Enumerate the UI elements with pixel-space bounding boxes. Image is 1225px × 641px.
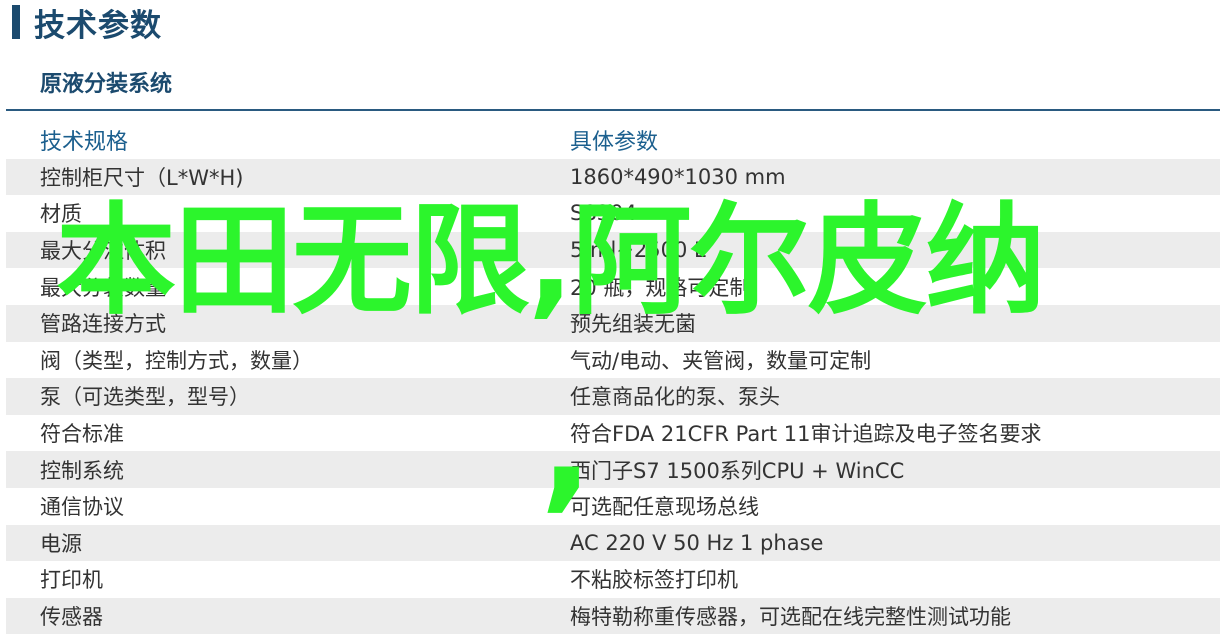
table-row: 阀（类型，控制方式，数量） 气动/电动、夹管阀，数量可定制 [6, 342, 1220, 379]
title-accent-bar [12, 5, 20, 39]
column-header-value: 具体参数 [570, 130, 659, 156]
spec-value: 1860*490*1030 mm [570, 164, 786, 189]
spec-value: 可选配任意现场总线 [570, 495, 759, 520]
spec-value: AC 220 V 50 Hz 1 phase [570, 530, 824, 555]
table-header-row: 技术规格 具体参数 [6, 122, 1220, 159]
table-row: 通信协议 可选配任意现场总线 [6, 488, 1220, 525]
overlay-watermark-comma: , [540, 364, 594, 527]
spec-name: 符合标准 [40, 422, 124, 447]
column-header-spec: 技术规格 [40, 130, 129, 156]
table-row: 打印机 不粘胶标签打印机 [6, 561, 1220, 598]
spec-name: 阀（类型，控制方式，数量） [40, 348, 313, 373]
spec-name: 泵（可选类型，型号） [40, 385, 250, 410]
table-row: 控制系统 西门子S7 1500系列CPU + WinCC [6, 451, 1220, 488]
table-row: 传感器 梅特勒称重传感器，可选配在线完整性测试功能 [6, 597, 1220, 635]
spec-name: 通信协议 [40, 495, 124, 520]
spec-name: 控制系统 [40, 458, 124, 483]
spec-value: 梅特勒称重传感器，可选配在线完整性测试功能 [570, 605, 1011, 630]
section-title: 原液分装系统 [40, 72, 173, 97]
spec-value: 任意商品化的泵、泵头 [570, 385, 780, 410]
section-divider [6, 109, 1220, 111]
table-row: 泵（可选类型，型号） 任意商品化的泵、泵头 [6, 378, 1220, 415]
spec-name: 打印机 [40, 568, 103, 593]
table-row: 控制柜尺寸（L*W*H) 1860*490*1030 mm [6, 158, 1220, 196]
spec-value: 气动/电动、夹管阀，数量可定制 [570, 348, 872, 373]
page-title: 技术参数 [34, 7, 162, 44]
spec-name: 传感器 [40, 605, 103, 630]
spec-value: 不粘胶标签打印机 [570, 568, 738, 593]
spec-name: 控制柜尺寸（L*W*H) [40, 165, 244, 190]
spec-value: 符合FDA 21CFR Part 11审计追踪及电子签名要求 [570, 422, 1042, 447]
overlay-watermark-text: 本田无限,阿尔皮纳 [56, 192, 1046, 331]
spec-name: 电源 [40, 531, 82, 556]
spec-value: 西门子S7 1500系列CPU + WinCC [570, 458, 905, 483]
table-row: 符合标准 符合FDA 21CFR Part 11审计追踪及电子签名要求 [6, 415, 1220, 452]
page-header: 技术参数 [12, 4, 162, 44]
table-row: 电源 AC 220 V 50 Hz 1 phase [6, 524, 1220, 562]
